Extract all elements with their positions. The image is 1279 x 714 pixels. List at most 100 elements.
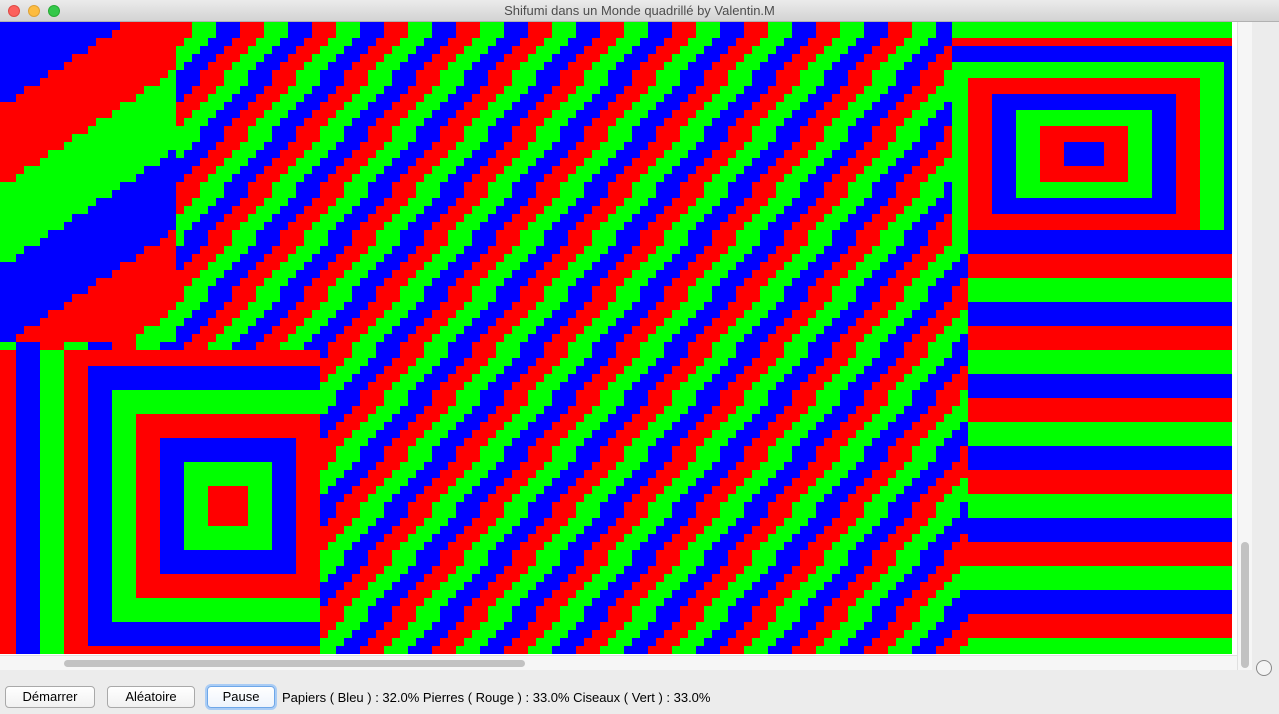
cell-run [840, 142, 864, 150]
cell-run [544, 630, 568, 638]
horizontal-scroll-thumb[interactable] [64, 660, 525, 667]
cell-run [336, 198, 360, 206]
cell-run [208, 38, 232, 46]
resize-handle-icon[interactable] [1256, 660, 1272, 676]
cell-run [616, 350, 640, 358]
cell-run [848, 414, 872, 422]
world-grid-canvas[interactable] [0, 22, 1237, 655]
cell-run [400, 518, 424, 526]
cell-run [728, 558, 752, 566]
cell-run [520, 94, 544, 102]
cell-run [656, 214, 680, 222]
cell-run [864, 422, 888, 430]
cell-run [160, 534, 184, 542]
cell-run [192, 310, 216, 318]
cell-run [352, 238, 376, 246]
cell-run [880, 486, 904, 494]
cell-run [488, 614, 512, 622]
cell-run [648, 390, 672, 398]
random-button[interactable]: Aléatoire [107, 686, 195, 708]
cell-run [184, 462, 272, 470]
cell-run [960, 566, 1232, 574]
cell-run [528, 30, 552, 38]
cell-run [936, 222, 952, 230]
cell-run [456, 142, 480, 150]
cell-run [328, 462, 352, 470]
cell-run [904, 318, 928, 326]
cell-run [512, 582, 536, 590]
cell-run [256, 174, 280, 182]
cell-run [320, 550, 344, 558]
cell-run [784, 486, 808, 494]
cell-run [16, 342, 40, 350]
vertical-scrollbar[interactable] [1237, 22, 1252, 670]
cell-run [768, 478, 792, 486]
cell-run [912, 142, 936, 150]
cell-run [672, 310, 696, 318]
cell-run [64, 534, 88, 542]
cell-run [264, 54, 288, 62]
world-grid[interactable] [0, 22, 1237, 655]
cell-run [0, 286, 88, 294]
cell-run [136, 454, 160, 462]
cell-run [416, 606, 440, 614]
cell-run [320, 558, 344, 566]
cell-run [800, 270, 824, 278]
cell-run [248, 326, 272, 334]
vertical-scroll-thumb[interactable] [1241, 542, 1249, 668]
cell-run [560, 638, 584, 646]
cell-run [928, 518, 952, 526]
cell-run [680, 214, 704, 222]
cell-run [320, 630, 328, 638]
cell-run [840, 566, 864, 574]
cell-run [504, 254, 528, 262]
cell-run [296, 326, 320, 334]
cell-run [952, 598, 1232, 606]
cell-run [888, 446, 912, 454]
cell-run [0, 110, 112, 118]
cell-run [576, 646, 600, 654]
start-button[interactable]: Démarrer [5, 686, 95, 708]
cell-run [352, 150, 376, 158]
cell-run [728, 214, 752, 222]
cell-run [728, 414, 752, 422]
cell-run [64, 478, 88, 486]
cell-run [288, 86, 312, 94]
cell-run [560, 270, 584, 278]
cell-run [208, 230, 232, 238]
cell-run [744, 166, 768, 174]
cell-run [360, 454, 384, 462]
cell-run [200, 190, 224, 198]
cell-run [0, 646, 16, 654]
cell-run [360, 222, 384, 230]
cell-run [408, 30, 432, 38]
cell-run [872, 134, 896, 142]
cell-run [136, 446, 160, 454]
cell-run [784, 462, 808, 470]
cell-run [904, 94, 928, 102]
cell-run [136, 494, 160, 502]
cell-run [552, 454, 576, 462]
cell-run [208, 150, 232, 158]
cell-run [640, 486, 664, 494]
cell-run [672, 54, 696, 62]
cell-run [784, 174, 808, 182]
cell-run [584, 470, 608, 478]
cell-run [176, 206, 184, 214]
cell-run [504, 646, 528, 654]
cell-run [728, 614, 752, 622]
cell-run [16, 414, 40, 422]
cell-run [592, 62, 616, 70]
cell-run [704, 214, 728, 222]
cell-run [208, 510, 248, 518]
cell-run [64, 638, 88, 646]
cell-run [512, 46, 536, 54]
cell-run [176, 262, 184, 270]
cell-run [664, 486, 688, 494]
cell-run [368, 470, 392, 478]
horizontal-scrollbar[interactable] [0, 655, 1237, 670]
cell-run [896, 270, 920, 278]
pause-button[interactable]: Pause [207, 686, 275, 708]
cell-run [64, 222, 176, 230]
cell-run [936, 446, 960, 454]
